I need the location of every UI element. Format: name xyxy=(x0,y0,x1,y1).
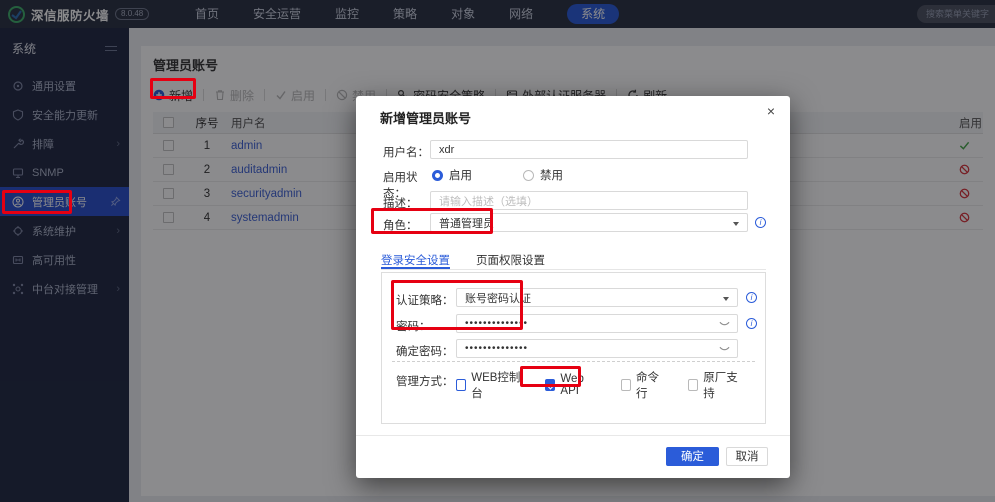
description-input[interactable]: 请输入描述（选填） xyxy=(430,191,748,210)
caret-down-icon xyxy=(723,297,729,301)
cli-checkbox[interactable]: 命令行 xyxy=(620,369,664,401)
modal-tabs: 登录安全设置 页面权限设置 xyxy=(381,252,766,270)
modal-footer-divider xyxy=(356,435,790,436)
role-select[interactable]: 普通管理员 xyxy=(430,213,748,232)
ok-button[interactable]: 确定 xyxy=(666,447,719,466)
auth-info-icon[interactable]: i xyxy=(746,292,757,303)
username-label: 用户名： xyxy=(383,147,429,159)
checkbox-unchecked-icon xyxy=(456,379,467,391)
dashed-divider xyxy=(392,361,755,362)
eye-closed-icon[interactable] xyxy=(719,345,730,354)
tab-login-security[interactable]: 登录安全设置 xyxy=(381,252,450,269)
status-disable-radio[interactable]: 禁用 xyxy=(523,167,563,183)
close-icon[interactable]: × xyxy=(767,104,775,118)
auth-policy-select[interactable]: 账号密码认证 xyxy=(456,288,738,307)
web-api-checkbox[interactable]: Web API xyxy=(545,373,597,397)
checkbox-unchecked-icon xyxy=(688,379,699,391)
login-security-panel: 认证策略： 账号密码认证 i 密码： •••••••••••••• i 确定密码… xyxy=(381,272,766,424)
description-label: 描述： xyxy=(383,198,418,210)
caret-down-icon xyxy=(733,222,739,226)
screen: 深信服防火墙 8.0.48 首页 安全运营 监控 策略 对象 网络 系统 系统 … xyxy=(0,0,995,502)
confirm-password-input[interactable]: •••••••••••••• xyxy=(456,339,738,358)
modal-title: 新增管理员账号 xyxy=(380,111,472,126)
radio-off-icon xyxy=(523,169,534,181)
password-label: 密码： xyxy=(396,321,431,333)
vendor-support-checkbox[interactable]: 原厂支持 xyxy=(688,369,741,401)
add-admin-modal: 新增管理员账号 × 用户名： xdr 启用状态： 启用 禁用 描述： 请输入描述… xyxy=(356,96,790,478)
auth-policy-label: 认证策略： xyxy=(396,295,454,307)
status-enable-radio[interactable]: 启用 xyxy=(432,167,472,183)
password-input[interactable]: •••••••••••••• xyxy=(456,314,738,333)
role-info-icon[interactable]: i xyxy=(755,217,766,228)
mgmt-mode-label: 管理方式： xyxy=(396,376,454,388)
password-info-icon[interactable]: i xyxy=(746,318,757,329)
radio-on-icon xyxy=(432,169,443,181)
cancel-button[interactable]: 取消 xyxy=(726,447,768,466)
eye-closed-icon[interactable] xyxy=(719,320,730,329)
username-input[interactable]: xdr xyxy=(430,140,748,159)
checkbox-unchecked-icon xyxy=(620,379,632,391)
mgmt-mode-options: WEB控制台 Web API 命令行 原厂支持 xyxy=(456,369,765,401)
checkbox-checked-icon xyxy=(545,379,556,391)
web-console-checkbox[interactable]: WEB控制台 xyxy=(456,369,521,401)
confirm-password-label: 确定密码： xyxy=(396,346,454,358)
tab-page-permission[interactable]: 页面权限设置 xyxy=(476,252,545,269)
role-label: 角色： xyxy=(383,220,418,232)
